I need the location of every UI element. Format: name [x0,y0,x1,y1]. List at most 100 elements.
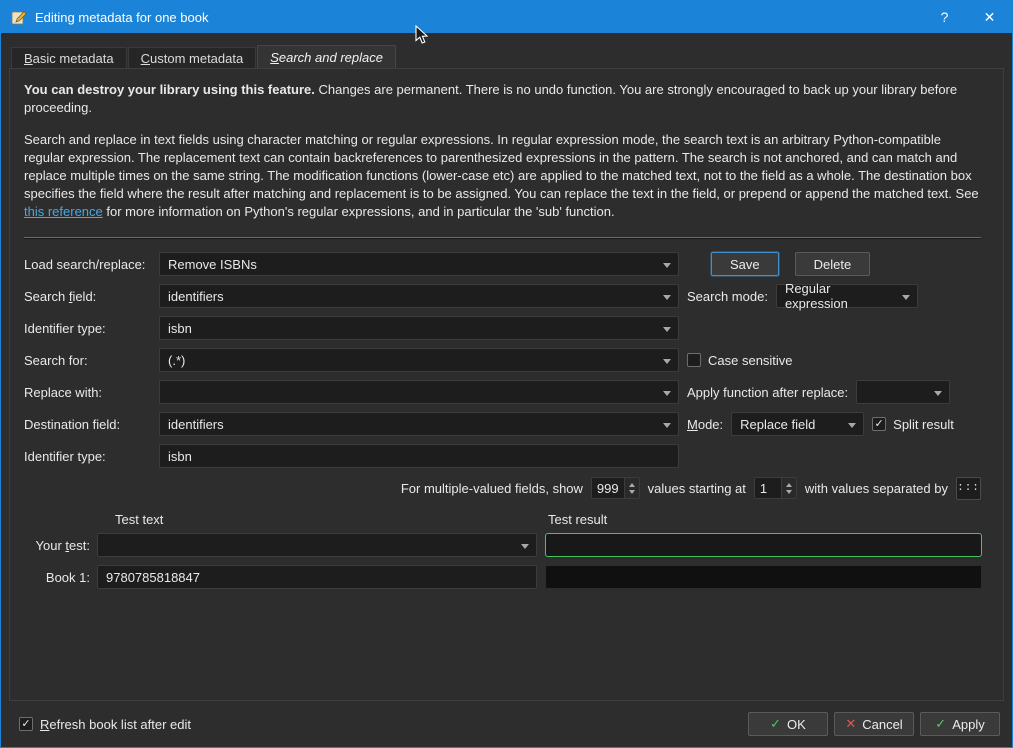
search-field-combo[interactable]: identifiers [159,284,679,308]
chevron-down-icon [663,263,671,268]
split-result-checkbox[interactable]: ✓ Split result [872,417,954,432]
your-test-result-field[interactable] [545,533,982,557]
mode-value: Replace field [740,416,816,432]
chevron-down-icon [663,423,671,428]
tab-label-part: S [270,49,279,65]
spinner-arrows[interactable] [623,478,639,498]
destination-field-value: identifiers [168,416,224,432]
warning-text: You can destroy your library using this … [24,81,983,117]
book1-result-field [545,565,982,589]
label-part: est: [69,537,90,553]
checkbox-checked-icon: ✓ [872,417,887,431]
test-text-header: Test text [115,512,164,527]
spinner-arrows[interactable] [780,478,796,498]
tab-widget: Basic metadata Custom metadata Search an… [9,45,1004,701]
replace-with-combo[interactable] [159,380,679,404]
search-mode-value: Regular expression [784,281,848,311]
search-mode-label: Search mode: [687,288,768,304]
book1-test-input[interactable]: 9780785818847 [97,565,537,589]
search-mode-combo[interactable]: Regular expression [775,281,918,311]
tab-label-part: B [24,50,33,66]
form-row-identifier-type: Identifier type: isbn [24,316,983,340]
identifier-type-dest-label: Identifier type: [24,448,106,464]
identifier-type-combo[interactable]: isbn [159,316,679,340]
spin-down-icon[interactable] [628,489,635,494]
tab-custom-metadata[interactable]: Custom metadata [127,47,257,68]
book1-row: Book 1: 9780785818847 [24,565,983,589]
cancel-button[interactable]: ✕ Cancel [834,712,914,736]
checkbox-unchecked-icon [687,353,701,367]
test-result-header: Test result [548,512,608,527]
chevron-down-icon [663,295,671,300]
tab-label-part: asic metadata [32,50,114,66]
identifier-type-dest-value: isbn [168,448,192,464]
split-result-label: Split result [893,416,954,432]
label-part: ode: [697,416,724,432]
label-part: Search [24,288,69,304]
edit-metadata-dialog: Editing metadata for one book ? ✕ Basic … [0,0,1013,748]
apply-button[interactable]: ✓ Apply [920,712,1000,736]
ok-label: OK [787,716,806,732]
apply-function-combo[interactable] [856,380,951,404]
chevron-down-icon [663,359,671,364]
values-separator-button[interactable]: ::: [956,476,981,500]
case-sensitive-checkbox[interactable]: Case sensitive [687,353,793,368]
mode-label: Mode: [687,417,723,432]
help-button[interactable]: ? [922,1,967,33]
spin-up-icon[interactable] [628,482,635,487]
close-button[interactable]: ✕ [967,1,1012,33]
tab-search-and-replace[interactable]: Search and replace [257,45,396,68]
save-button[interactable]: Save [711,252,779,276]
label-part: Your [35,537,66,553]
form-row-load: Load search/replace: Remove ISBNs Save D… [24,252,983,276]
chevron-down-icon [901,295,910,300]
warning-bold: You can destroy your library using this … [24,82,315,97]
multi-start-spinner[interactable]: 1 [753,477,797,499]
chevron-down-icon [521,544,529,549]
this-reference-link[interactable]: this reference [24,204,103,219]
tab-label-part: earch and replace [278,49,383,65]
book1-test-value: 9780785818847 [106,569,200,585]
tab-bar: Basic metadata Custom metadata Search an… [9,45,1004,68]
refresh-book-list-checkbox[interactable]: ✓ Refresh book list after edit [19,717,191,732]
multi-show-spinner[interactable]: 999 [590,477,640,499]
label-part: R [40,716,50,732]
refresh-book-list-label: Refresh book list after edit [40,717,191,732]
titlebar: Editing metadata for one book ? ✕ [1,1,1012,33]
your-test-combo[interactable] [97,533,537,557]
case-sensitive-group: Case sensitive [687,353,983,368]
tab-label-part: ustom metadata [150,50,244,66]
description-part: for more information on Python's regular… [102,204,615,219]
replace-with-label: Replace with: [24,384,103,400]
ok-button[interactable]: ✓ OK [748,712,828,736]
load-search-replace-combo[interactable]: Remove ISBNs [159,252,679,276]
destination-field-combo[interactable]: identifiers [159,412,679,436]
search-field-label: Search field: [24,289,159,304]
mode-combo[interactable]: Replace field [731,412,865,436]
search-for-value: (.*) [168,352,186,368]
form-row-multiple-valued: For multiple-valued fields, show 999 val… [24,476,981,500]
search-mode-group: Search mode: Regular expression [687,281,983,311]
edit-metadata-icon [11,9,27,25]
tab-label-part: C [140,50,150,66]
apply-label: Apply [952,716,985,732]
form-row-identifier-type-dest: Identifier type: isbn [24,444,983,468]
spin-up-icon[interactable] [785,482,792,487]
book1-label: Book 1: [45,569,90,585]
delete-button[interactable]: Delete [794,252,871,276]
tab-basic-metadata[interactable]: Basic metadata [11,47,127,68]
search-for-label: Search for: [24,352,88,368]
spinner-value: 1 [759,480,768,496]
spin-down-icon[interactable] [785,489,792,494]
search-for-combo[interactable]: (.*) [159,348,679,372]
form-row-search-field: Search field: identifiers Search mode: R… [24,281,983,311]
mouse-cursor [415,24,429,48]
load-buttons-group: Save Delete [687,252,983,276]
multi-start-label: values starting at [647,480,746,496]
identifier-type-dest-input[interactable]: isbn [159,444,679,468]
dialog-footer: ✓ Refresh book list after edit ✓ OK ✕ Ca… [1,701,1012,747]
test-headers: Test text Test result [24,512,983,527]
apply-function-group: Apply function after replace: [687,380,983,404]
description-text: Search and replace in text fields using … [24,131,983,221]
label-part: efresh book list after edit [49,716,192,732]
